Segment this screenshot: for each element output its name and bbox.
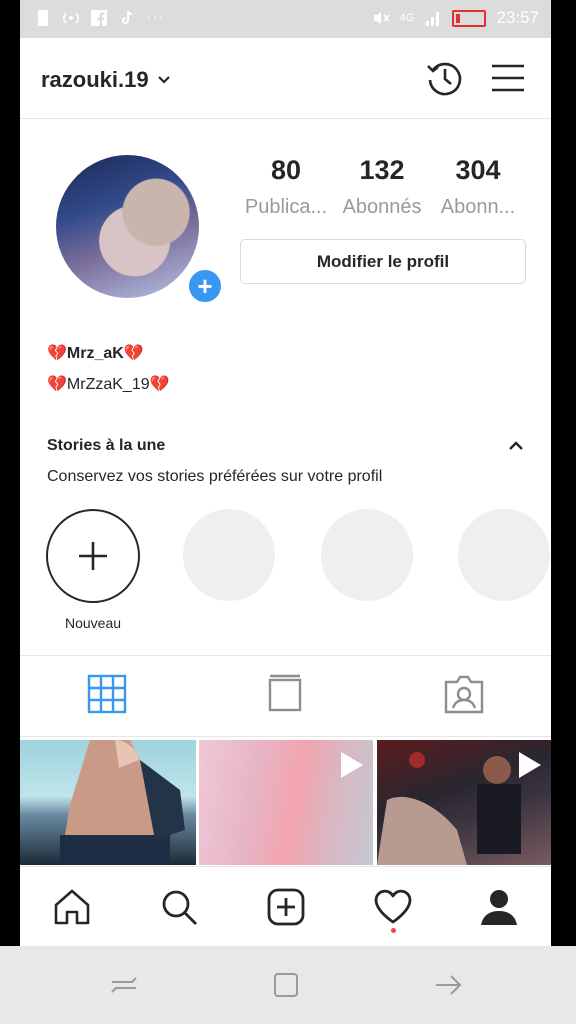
hamburger-menu-icon — [492, 64, 524, 92]
highlight-placeholder — [321, 509, 413, 601]
square-home-icon — [274, 973, 298, 997]
back-system-button[interactable] — [432, 970, 464, 1000]
tab-igtv[interactable] — [263, 672, 307, 716]
posts-grid — [20, 740, 551, 865]
grid-icon — [87, 674, 127, 714]
home-system-button[interactable] — [270, 970, 302, 1000]
facebook-icon — [91, 10, 107, 26]
system-navigation-bar — [0, 946, 576, 1024]
followers-count-label: Abonnés — [342, 196, 422, 218]
bio-name-text: Mrz_aK — [66, 345, 124, 362]
following-count-value: 304 — [455, 155, 501, 185]
following-count-label: Abonn... — [440, 196, 516, 218]
video-play-icon — [341, 752, 363, 778]
divider — [20, 736, 551, 737]
post-thumbnail[interactable] — [20, 740, 196, 865]
tab-tagged[interactable] — [442, 672, 486, 716]
divider — [20, 655, 551, 656]
nav-search[interactable] — [157, 885, 201, 929]
battery-icon — [452, 9, 487, 27]
bio-handle-text: MrZzaK_19 — [66, 376, 150, 393]
mute-icon — [373, 12, 390, 24]
signal-icon — [426, 12, 440, 26]
more-notifications-icon: ··· — [146, 9, 165, 26]
status-left-icons: ··· — [34, 9, 165, 27]
posts-count[interactable]: 80 Publica... — [236, 155, 336, 219]
nav-home[interactable] — [50, 885, 94, 929]
nav-profile[interactable] — [477, 885, 521, 929]
post-thumbnail[interactable] — [199, 740, 373, 865]
username-label: razouki.19 — [41, 67, 149, 92]
chevron-down-icon — [157, 76, 170, 84]
broken-heart-icon: 💔 — [47, 345, 67, 362]
post-image — [60, 740, 185, 865]
edit-profile-button[interactable]: Modifier le profil — [240, 239, 526, 284]
add-post-icon — [267, 888, 305, 926]
following-count[interactable]: 304 Abonn... — [428, 155, 528, 219]
status-bar: ··· 4G 23:57 — [20, 0, 551, 38]
bio-name: 💔Mrz_aK💔 — [47, 343, 144, 363]
broken-heart-icon: 💔 — [47, 376, 67, 393]
hotspot-icon — [63, 12, 79, 24]
followers-count[interactable]: 132 Abonnés — [332, 155, 432, 219]
broken-heart-icon: 💔 — [149, 376, 170, 393]
menu-button[interactable] — [486, 56, 530, 100]
search-icon — [162, 890, 197, 925]
highlight-placeholder — [183, 509, 275, 601]
highlights-title: Stories à la une — [47, 437, 166, 454]
profile-icon — [481, 890, 517, 925]
igtv-icon — [268, 674, 302, 712]
posts-count-value: 80 — [270, 155, 302, 185]
avatar-photo — [56, 155, 199, 298]
post-thumbnail[interactable] — [377, 740, 551, 865]
bio-handle: 💔MrZzaK_19💔 — [47, 374, 170, 394]
tagged-icon — [444, 675, 484, 714]
profile-avatar[interactable]: + — [56, 155, 224, 305]
activity-heart-icon — [374, 889, 412, 924]
history-clock-icon — [427, 62, 462, 96]
archive-button[interactable] — [423, 56, 467, 100]
arrow-back-icon — [436, 975, 462, 995]
nav-add-post[interactable] — [264, 885, 308, 929]
sim-icon — [38, 10, 48, 26]
chevron-up-icon[interactable] — [506, 436, 526, 456]
new-highlight-button[interactable] — [46, 509, 140, 603]
broken-heart-icon: 💔 — [123, 345, 144, 362]
add-story-plus-icon[interactable]: + — [186, 267, 224, 305]
nav-activity[interactable] — [371, 885, 415, 929]
home-icon — [54, 889, 90, 925]
highlight-placeholder — [458, 509, 550, 601]
account-switcher[interactable]: razouki.19 — [41, 67, 171, 93]
tiktok-icon — [122, 10, 133, 24]
network-type: 4G — [399, 12, 415, 24]
recent-apps-icon — [111, 977, 137, 993]
recent-apps-button[interactable] — [108, 970, 140, 1000]
clock: 23:57 — [496, 8, 539, 27]
activity-notification-dot — [391, 928, 396, 933]
profile-header: razouki.19 — [20, 38, 551, 119]
phone-screen: ··· 4G 23:57 razouki.19 + 80 Publica... … — [20, 0, 551, 1024]
bottom-navigation — [20, 866, 551, 947]
posts-count-label: Publica... — [244, 196, 328, 218]
tab-grid[interactable] — [85, 672, 129, 716]
video-play-icon — [519, 752, 541, 778]
new-highlight-label: Nouveau — [64, 615, 122, 631]
followers-count-value: 132 — [359, 155, 405, 185]
status-right-icons: 4G 23:57 — [372, 8, 539, 28]
plus-icon — [79, 542, 107, 570]
highlights-subtitle: Conservez vos stories préférées sur votr… — [47, 468, 383, 485]
